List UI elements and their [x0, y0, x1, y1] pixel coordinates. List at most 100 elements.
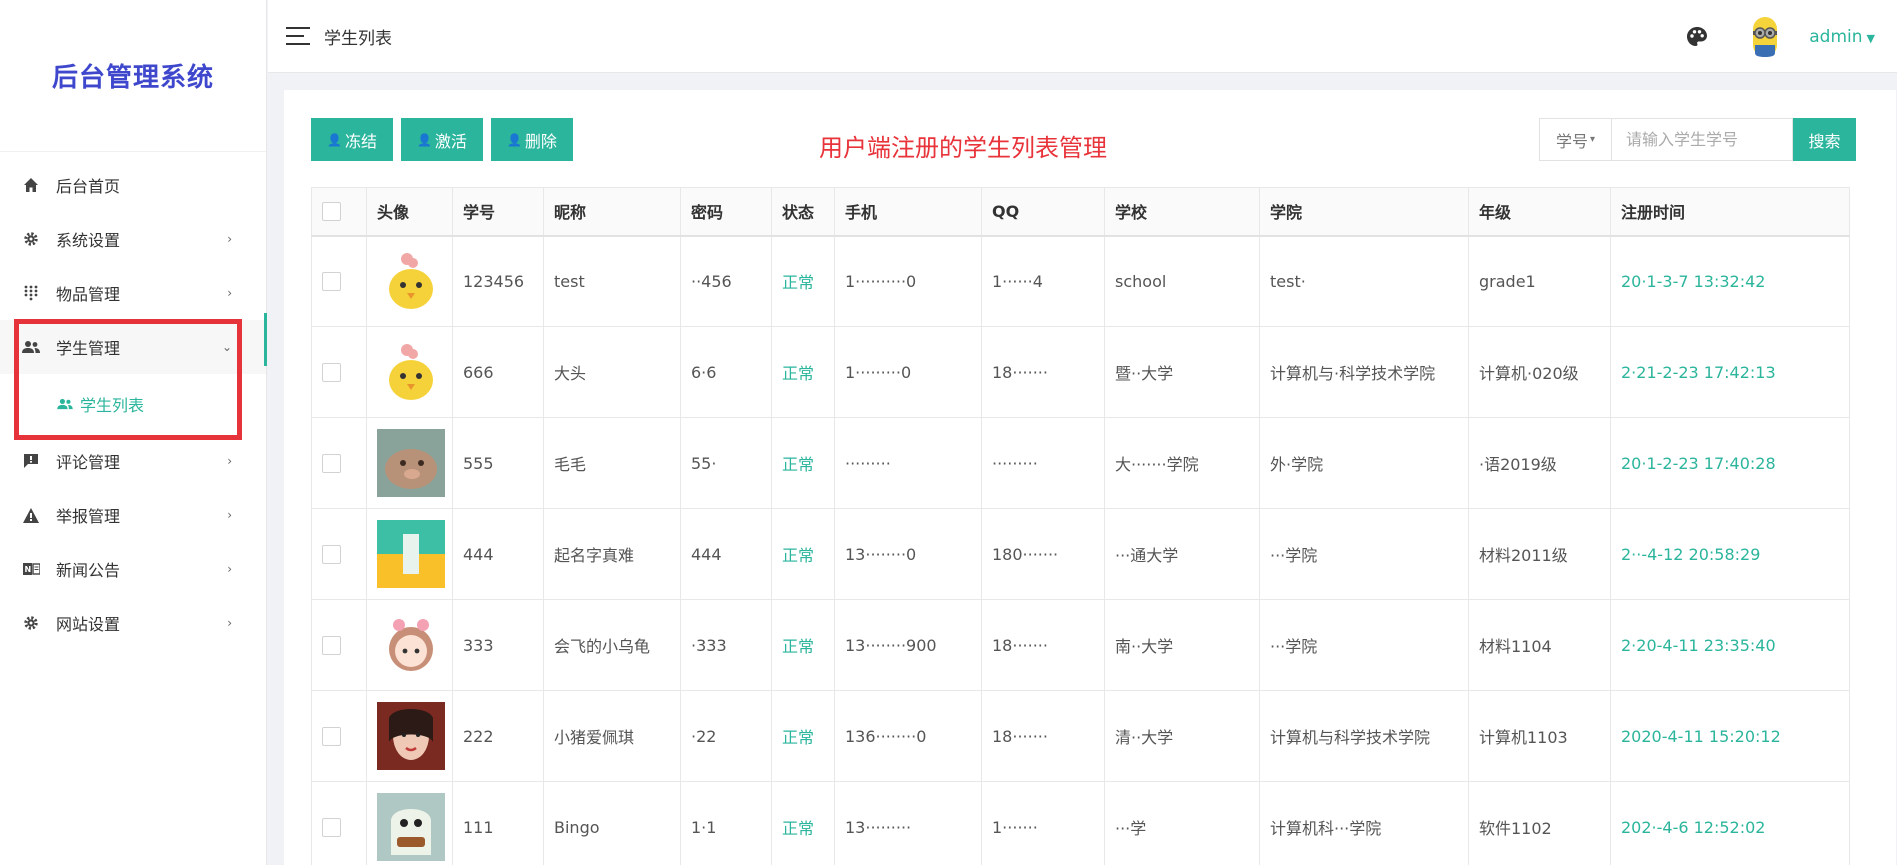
- status-badge: 正常: [771, 781, 835, 865]
- palette-icon[interactable]: [1685, 25, 1709, 49]
- chevron-right-icon: ›: [227, 454, 232, 468]
- avatar-cell: [366, 781, 453, 865]
- activate-button[interactable]: 👤 激活: [400, 118, 483, 161]
- password: 6·6: [680, 326, 772, 418]
- delete-label: 删除: [524, 131, 557, 151]
- comment-icon: [22, 452, 40, 470]
- nickname: 小猪爱佩琪: [543, 690, 681, 782]
- qq: 1·······: [981, 781, 1105, 865]
- row-checkbox[interactable]: [322, 636, 341, 655]
- column-header: 学校: [1104, 187, 1260, 237]
- table-row: 111 Bingo 1·1 正常 13········· 1······· ···学 计算机科…: [311, 781, 1850, 865]
- delete-button[interactable]: 👤 删除: [490, 118, 573, 161]
- chevron-right-icon: ›: [227, 508, 232, 522]
- student-id: 222: [452, 690, 544, 782]
- table-row: 444 起名字真难 444 正常 13········0 180······· ···通大学…: [311, 508, 1850, 600]
- grade: 计算机1103: [1468, 690, 1611, 782]
- sidebar-item-home[interactable]: 后台首页: [0, 158, 266, 212]
- avatar-cell: [366, 235, 453, 327]
- column-header: 昵称: [543, 187, 681, 237]
- freeze-button[interactable]: 👤 冻结: [311, 118, 393, 161]
- student-table-wrap: 头像 学号 昵称 密码 状态 手机 QQ 学校 学院 年级 注册时间 12345…: [311, 187, 1850, 865]
- college: ···学院: [1259, 599, 1469, 691]
- select-all-cell: [311, 187, 367, 237]
- avatar-cell: [366, 690, 453, 782]
- phone: 1·········0: [834, 326, 982, 418]
- register-time: 2··-4-12 20:58:29: [1610, 508, 1850, 600]
- top-header: 学生列表 admin ▼: [268, 0, 1897, 73]
- row-checkbox[interactable]: [322, 727, 341, 746]
- grade: grade1: [1468, 235, 1611, 327]
- phone: 13········900: [834, 599, 982, 691]
- sidebar-item-goods[interactable]: 物品管理 ›: [0, 266, 266, 320]
- register-time: 20·1-3-7 13:32:42: [1610, 235, 1850, 327]
- table-row: 333 会飞的小乌龟 ·333 正常 13········900 18······· 南··…: [311, 599, 1850, 691]
- home-icon: [22, 176, 40, 194]
- college: 计算机与科学技术学院: [1259, 690, 1469, 782]
- qq: ·········: [981, 417, 1105, 509]
- sidebar-item-label: 新闻公告: [56, 561, 121, 580]
- column-header: 头像: [366, 187, 453, 237]
- row-select-cell: [311, 781, 367, 865]
- search-field-select[interactable]: 学号 ▾: [1539, 118, 1611, 161]
- row-checkbox[interactable]: [322, 363, 341, 382]
- select-all-checkbox[interactable]: [322, 202, 341, 222]
- sidebar-subitem-student-list[interactable]: 学生列表: [0, 374, 266, 434]
- sidebar: 后台管理系统 后台首页 系统设置 › 物品管理 › 学生管理 ⌄ 学生列表 评论…: [0, 0, 267, 865]
- column-header: 学院: [1259, 187, 1469, 237]
- student-id: 111: [452, 781, 544, 865]
- sidebar-item-reports[interactable]: 举报管理 ›: [0, 488, 266, 542]
- row-checkbox[interactable]: [322, 545, 341, 564]
- sidebar-item-comments[interactable]: 评论管理 ›: [0, 434, 266, 488]
- user-name: admin: [1809, 26, 1863, 47]
- users-icon: [56, 395, 74, 413]
- grade: 材料2011级: [1468, 508, 1611, 600]
- sidebar-subitem-label: 学生列表: [80, 396, 145, 415]
- user-menu[interactable]: admin ▼: [1809, 27, 1875, 47]
- student-id: 555: [452, 417, 544, 509]
- sidebar-item-label: 系统设置: [56, 231, 121, 250]
- main-card: 👤冻结 👤激活 👤删除 用户端注册的学生列表管理 学号▾ 搜索 头像 学号 昵称…: [284, 90, 1896, 865]
- table-row: 555 毛毛 55· 正常 ········· ········· 大·······学院 外·…: [311, 417, 1850, 509]
- register-time: 20·1-2-23 17:40:28: [1610, 417, 1850, 509]
- school: 南··大学: [1104, 599, 1260, 691]
- grade: 材料1104: [1468, 599, 1611, 691]
- status-badge: 正常: [771, 235, 835, 327]
- register-time: 2·21-2-23 17:42:13: [1610, 326, 1850, 418]
- college: ···学院: [1259, 508, 1469, 600]
- phone: 13········0: [834, 508, 982, 600]
- sidebar-item-news[interactable]: N 新闻公告 ›: [0, 542, 266, 596]
- row-checkbox[interactable]: [322, 818, 341, 837]
- search-field-value: 学号: [1555, 131, 1588, 151]
- sidebar-item-site-settings[interactable]: 网站设置 ›: [0, 596, 266, 650]
- password: ·22: [680, 690, 772, 782]
- sidebar-menu: 后台首页 系统设置 › 物品管理 › 学生管理 ⌄ 学生列表 评论管理 › 举报…: [0, 152, 266, 650]
- student-id: 333: [452, 599, 544, 691]
- status-badge: 正常: [771, 690, 835, 782]
- password: ·333: [680, 599, 772, 691]
- search-button[interactable]: 搜索: [1793, 118, 1856, 161]
- sidebar-item-label: 评论管理: [56, 453, 121, 472]
- sidebar-item-system-settings[interactable]: 系统设置 ›: [0, 212, 266, 266]
- nickname: 起名字真难: [543, 508, 681, 600]
- student-id: 666: [452, 326, 544, 418]
- sidebar-item-label: 举报管理: [56, 507, 121, 526]
- page-title: 学生列表: [324, 28, 392, 49]
- qq: 18·······: [981, 599, 1105, 691]
- student-id: 444: [452, 508, 544, 600]
- row-checkbox[interactable]: [322, 272, 341, 292]
- row-checkbox[interactable]: [322, 454, 341, 473]
- grade: 计算机·020级: [1468, 326, 1611, 418]
- menu-toggle-icon[interactable]: [286, 27, 310, 45]
- phone: ·········: [834, 417, 982, 509]
- qq: 18·······: [981, 326, 1105, 418]
- grid-dots-icon: [22, 284, 40, 302]
- sidebar-item-students[interactable]: 学生管理 ⌄: [0, 320, 266, 374]
- password: 444: [680, 508, 772, 600]
- toolbar: 👤 冻结 👤 激活 👤 删除: [311, 118, 581, 161]
- school: 清··大学: [1104, 690, 1260, 782]
- password: 1·1: [680, 781, 772, 865]
- search-input[interactable]: [1611, 118, 1793, 161]
- user-avatar[interactable]: [1747, 15, 1783, 59]
- student-avatar: [377, 611, 445, 679]
